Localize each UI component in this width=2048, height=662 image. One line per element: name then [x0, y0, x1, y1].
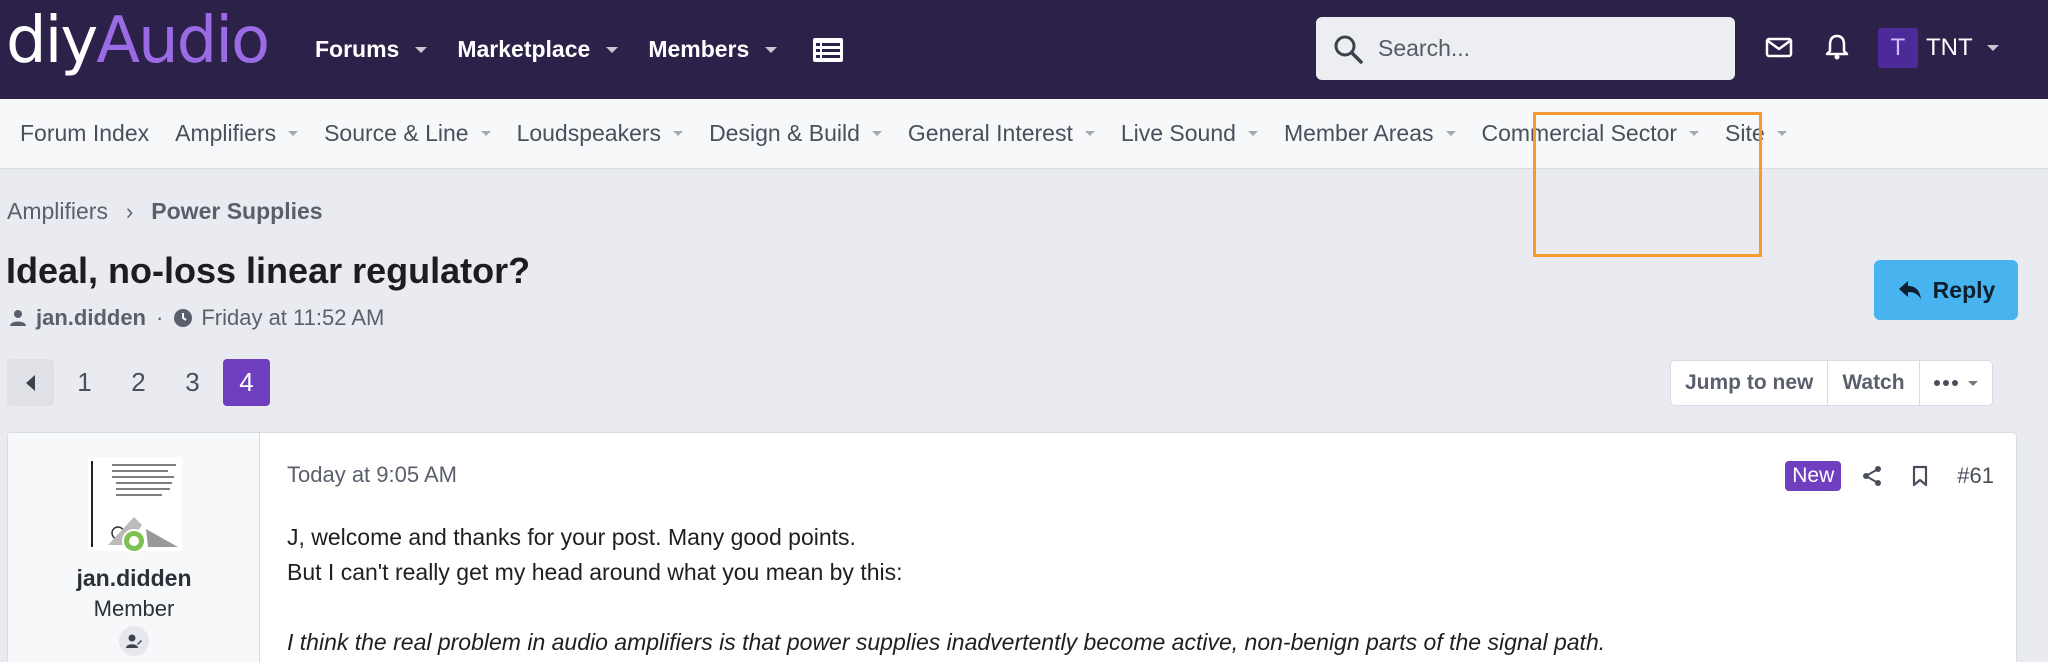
- reply-arrow-icon: [1898, 281, 1921, 299]
- page-1[interactable]: 1: [61, 359, 108, 406]
- breadcrumb-power-supplies[interactable]: Power Supplies: [151, 198, 322, 225]
- bookmark-icon[interactable]: [1909, 465, 1931, 487]
- reply-label: Reply: [1932, 276, 1996, 303]
- post: jan.didden Member Today at 9:05 AM New #…: [7, 432, 2017, 662]
- post-content: Today at 9:05 AM New #61 J, welcome and …: [260, 433, 2016, 662]
- separator-dot: ·: [156, 305, 164, 330]
- page-4-current[interactable]: 4: [223, 359, 270, 406]
- logo-audio: Audio: [96, 4, 270, 78]
- post-username[interactable]: jan.didden: [8, 565, 260, 592]
- subnav-label: Forum Index: [20, 120, 150, 146]
- more-dots-icon: [1933, 380, 1958, 386]
- chevron-down-icon: [1986, 45, 1999, 51]
- post-date[interactable]: Today at 9:05 AM: [287, 462, 457, 488]
- jump-to-new-button[interactable]: Jump to new: [1671, 361, 1829, 405]
- nav-members[interactable]: Members: [648, 36, 778, 63]
- new-badge: New: [1785, 461, 1842, 491]
- post-actions: New #61: [1785, 461, 1994, 491]
- page-3[interactable]: 3: [169, 359, 216, 406]
- reply-button[interactable]: Reply: [1874, 260, 2018, 320]
- share-icon[interactable]: [1861, 465, 1883, 487]
- thread-tools: Jump to new Watch: [1670, 360, 1993, 406]
- user-role: Member: [93, 596, 175, 621]
- nav-forums[interactable]: Forums: [315, 36, 428, 63]
- chevron-right-icon: ›: [125, 198, 134, 224]
- page-2[interactable]: 2: [115, 359, 162, 406]
- username-label: TNT: [1926, 34, 1973, 61]
- chevron-left-icon: [26, 374, 35, 391]
- chevron-down-icon: [1967, 380, 1978, 386]
- user-title-badge-icon: [119, 626, 149, 656]
- page-title: Ideal, no-loss linear regulator?: [6, 250, 531, 291]
- search-box[interactable]: [1316, 17, 1735, 80]
- nav-forums-label: Forums: [315, 36, 400, 62]
- avatar: T: [1878, 28, 1918, 68]
- prev-page-button[interactable]: [7, 359, 54, 406]
- search-input[interactable]: [1378, 35, 1708, 62]
- subnav-amplifiers[interactable]: Amplifiers: [175, 120, 299, 147]
- user-icon: [10, 310, 26, 326]
- top-bar: diyAudio Forums Marketplace Members T TN…: [0, 0, 2048, 99]
- post-body: J, welcome and thanks for your post. Man…: [287, 520, 1605, 660]
- post-number-link[interactable]: #61: [1957, 463, 1994, 489]
- subnav-label: Live Sound: [1120, 120, 1236, 146]
- subnav-design-build[interactable]: Design & Build: [709, 120, 882, 147]
- clock-icon: [174, 309, 193, 327]
- thread-start-date[interactable]: Friday at 11:52 AM: [201, 305, 384, 331]
- chevron-down-icon[interactable]: [1776, 131, 1787, 136]
- subnav-label: Member Areas: [1283, 120, 1434, 146]
- bell-icon[interactable]: [1822, 32, 1852, 62]
- breadcrumb-amplifiers[interactable]: Amplifiers: [7, 198, 108, 225]
- thread-author[interactable]: jan.didden: [36, 305, 146, 331]
- subnav-member-areas[interactable]: Member Areas: [1284, 120, 1456, 147]
- user-menu[interactable]: T TNT: [1878, 28, 1999, 68]
- post-text-line: J, welcome and thanks for your post. Man…: [287, 524, 856, 550]
- chevron-down-icon[interactable]: [1445, 131, 1456, 136]
- chevron-down-icon[interactable]: [606, 46, 619, 53]
- chevron-down-icon[interactable]: [765, 46, 778, 53]
- online-status-icon: [122, 529, 146, 553]
- breadcrumb: Amplifiers › Power Supplies: [7, 198, 323, 225]
- chevron-down-icon[interactable]: [673, 131, 684, 136]
- search-icon: [1334, 35, 1363, 64]
- post-quote-text: I think the real problem in audio amplif…: [287, 629, 1606, 655]
- chevron-down-icon[interactable]: [288, 131, 299, 136]
- post-user-panel: jan.didden Member: [8, 433, 260, 662]
- subnav-label: Source & Line: [324, 120, 469, 146]
- thread-meta: jan.didden · Friday at 11:52 AM: [8, 305, 384, 331]
- nav-marketplace-label: Marketplace: [457, 36, 591, 62]
- chevron-down-icon[interactable]: [1084, 131, 1095, 136]
- post-spacer: [287, 590, 1605, 625]
- subnav-general-interest[interactable]: General Interest: [908, 120, 1095, 147]
- subnav-live-sound[interactable]: Live Sound: [1121, 120, 1258, 147]
- pagination: 1 2 3 4: [7, 359, 270, 406]
- chevron-down-icon[interactable]: [1247, 131, 1258, 136]
- site-logo[interactable]: diy Audio: [6, 4, 270, 90]
- main-nav: Forums Marketplace Members: [315, 0, 844, 99]
- more-options-button[interactable]: [1920, 361, 1992, 405]
- subnav-label: Amplifiers: [175, 120, 277, 146]
- subnav-label: Design & Build: [709, 120, 860, 146]
- chevron-down-icon[interactable]: [480, 131, 491, 136]
- subnav-label: General Interest: [907, 120, 1073, 146]
- nav-members-label: Members: [648, 36, 750, 62]
- highlight-box: [1533, 112, 1762, 257]
- subnav-source-line[interactable]: Source & Line: [324, 120, 491, 147]
- watch-button[interactable]: Watch: [1828, 361, 1920, 405]
- subnav-loudspeakers[interactable]: Loudspeakers: [517, 120, 684, 147]
- chevron-down-icon[interactable]: [871, 131, 882, 136]
- post-text-line: But I can't really get my head around wh…: [287, 559, 903, 585]
- whats-new-list-icon[interactable]: [813, 37, 844, 62]
- subnav-label: Loudspeakers: [516, 120, 662, 146]
- mail-icon[interactable]: [1764, 32, 1794, 62]
- nav-marketplace[interactable]: Marketplace: [457, 36, 619, 63]
- logo-diy: diy: [6, 4, 98, 78]
- chevron-down-icon[interactable]: [415, 46, 428, 53]
- subnav-forum-index[interactable]: Forum Index: [20, 120, 149, 147]
